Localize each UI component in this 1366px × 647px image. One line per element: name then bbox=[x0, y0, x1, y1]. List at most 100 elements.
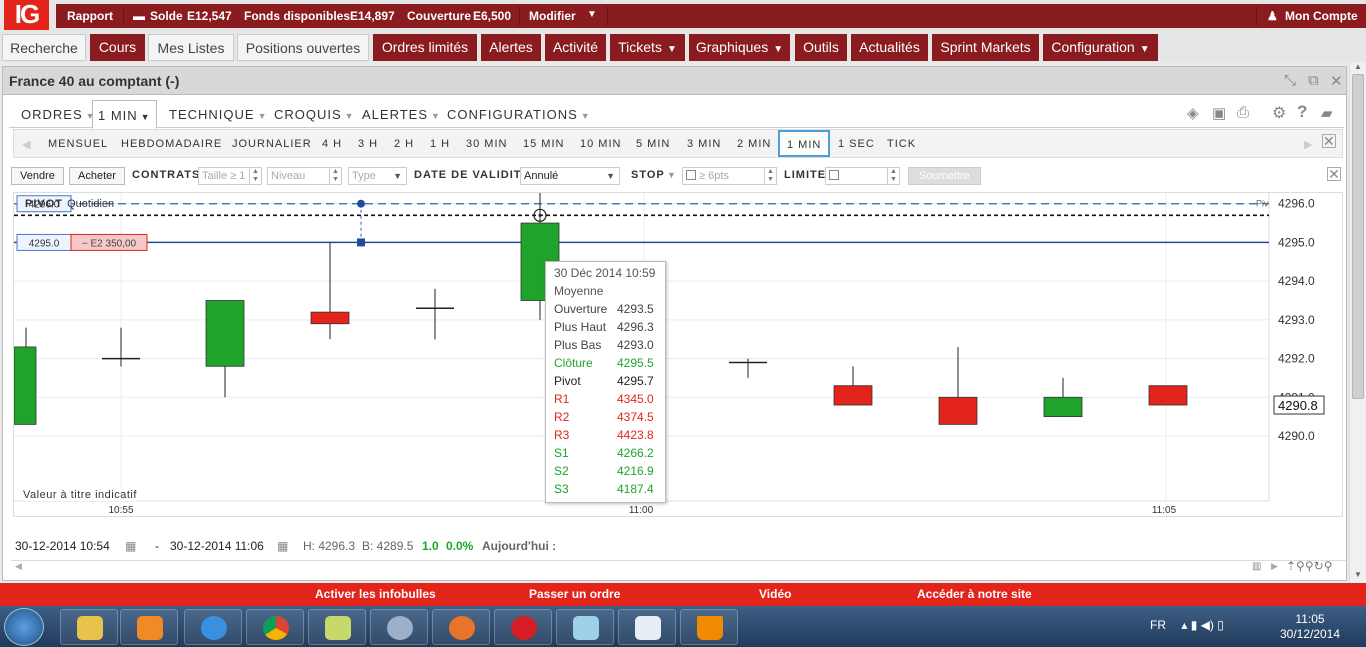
menu-configurations[interactable]: CONFIGURATIONS ▼ bbox=[447, 107, 591, 122]
notepad-taskbar-icon[interactable] bbox=[556, 609, 614, 645]
opera-taskbar-icon[interactable] bbox=[494, 609, 552, 645]
chevron-down-icon[interactable]: ▼ bbox=[667, 167, 676, 185]
period-1min[interactable]: 1 MIN bbox=[778, 130, 831, 157]
vertical-scrollbar[interactable]: ▲ ▼ bbox=[1349, 62, 1366, 583]
rapport-link[interactable]: Rapport bbox=[67, 9, 113, 23]
vlc-taskbar-icon[interactable] bbox=[680, 609, 738, 645]
mon-compte-link[interactable]: Mon Compte bbox=[1285, 9, 1358, 23]
stop-checkbox[interactable] bbox=[686, 170, 696, 180]
menu-technique[interactable]: TECHNIQUE ▼ bbox=[169, 107, 267, 122]
period-2min[interactable]: 2 MIN bbox=[737, 138, 771, 150]
tab-sprint-markets[interactable]: Sprint Markets bbox=[932, 34, 1039, 61]
ig-logo[interactable]: IG bbox=[4, 0, 49, 30]
chrome-alt-taskbar-icon[interactable] bbox=[370, 609, 428, 645]
tab-cours[interactable]: Cours bbox=[90, 34, 145, 61]
calendar-icon[interactable]: ▦ bbox=[125, 539, 136, 553]
submit-button[interactable]: Soumettre bbox=[908, 167, 981, 185]
stepper-icon[interactable]: ▲ ▼ bbox=[887, 168, 899, 184]
minimize-icon[interactable]: ⤡ bbox=[1284, 72, 1296, 89]
period-4h[interactable]: 4 H bbox=[322, 138, 342, 150]
chart-canvas[interactable]: 4297.04296.04295.04294.04293.04292.04291… bbox=[14, 193, 1344, 518]
tab-graphiques[interactable]: Graphiques ▼ bbox=[689, 34, 790, 61]
scroll-thumb[interactable] bbox=[1352, 74, 1364, 399]
tab-outils[interactable]: Outils bbox=[795, 34, 847, 61]
close-icon[interactable]: ✕ bbox=[1322, 134, 1336, 148]
close-icon[interactable]: ✕ bbox=[1330, 72, 1343, 90]
period-3min[interactable]: 3 MIN bbox=[687, 138, 721, 150]
notes-taskbar-icon[interactable] bbox=[308, 609, 366, 645]
tab-positions-ouvertes[interactable]: Positions ouvertes bbox=[237, 34, 369, 61]
period-1h[interactable]: 1 H bbox=[430, 138, 450, 150]
horizontal-scrollbar[interactable]: ◀ ▥ ▶ ⇡⚲⚲↻⚲ bbox=[11, 559, 1346, 574]
price-chart[interactable]: 4297.04296.04295.04294.04293.04292.04291… bbox=[13, 192, 1343, 517]
tab-ordres-limites[interactable]: Ordres limités bbox=[373, 34, 477, 61]
close-icon[interactable]: ✕ bbox=[1327, 167, 1341, 181]
period-30min[interactable]: 30 MIN bbox=[466, 138, 507, 150]
tab-recherche[interactable]: Recherche bbox=[2, 34, 86, 61]
sell-button[interactable]: Vendre bbox=[11, 167, 64, 185]
stop-input[interactable]: ≥ 6pts ▲ ▼ bbox=[682, 167, 777, 185]
place-order-link[interactable]: Passer un ordre bbox=[529, 587, 620, 601]
language-indicator[interactable]: FR bbox=[1150, 618, 1166, 632]
period-5min[interactable]: 5 MIN bbox=[636, 138, 670, 150]
menu-croquis[interactable]: CROQUIS ▼ bbox=[274, 107, 355, 122]
tab-tickets[interactable]: Tickets ▼ bbox=[610, 34, 685, 61]
stepper-icon[interactable]: ▲ ▼ bbox=[329, 168, 341, 184]
period-tick[interactable]: TICK bbox=[887, 138, 916, 150]
type-select[interactable]: Type ▼ bbox=[348, 167, 407, 185]
period-journalier[interactable]: JOURNALIER bbox=[232, 138, 312, 150]
level-input[interactable]: Niveau ▲ ▼ bbox=[267, 167, 342, 185]
period-1sec[interactable]: 1 SEC bbox=[838, 138, 875, 150]
wordpad-taskbar-icon[interactable] bbox=[618, 609, 676, 645]
image-icon[interactable]: ▣ bbox=[1212, 104, 1227, 122]
tab-actualites[interactable]: Actualités bbox=[851, 34, 928, 61]
menu-interval[interactable]: 1 MIN ▼ bbox=[92, 100, 157, 129]
menu-alertes[interactable]: ALERTES ▼ bbox=[362, 107, 441, 122]
system-tray[interactable]: FR ▴ ▮ ◀) ▯ bbox=[1150, 618, 1224, 632]
firefox-taskbar-icon[interactable] bbox=[432, 609, 490, 645]
media-player-taskbar-icon[interactable] bbox=[120, 609, 178, 645]
stepper-icon[interactable]: ▲ ▼ bbox=[249, 168, 261, 184]
period-10min[interactable]: 10 MIN bbox=[580, 138, 621, 150]
chrome-taskbar-icon[interactable] bbox=[246, 609, 304, 645]
period-mensuel[interactable]: MENSUEL bbox=[48, 138, 108, 150]
limit-checkbox[interactable] bbox=[829, 170, 839, 180]
scroll-up-icon[interactable]: ▲ bbox=[1354, 62, 1362, 71]
tooltips-toggle-link[interactable]: Activer les infobulles bbox=[315, 587, 436, 601]
buy-button[interactable]: Acheter bbox=[69, 167, 125, 185]
taskbar-clock[interactable]: 11:05 30/12/2014 bbox=[1270, 612, 1350, 642]
tray-icons[interactable]: ▴ ▮ ◀) ▯ bbox=[1181, 618, 1223, 632]
period-3h[interactable]: 3 H bbox=[358, 138, 378, 150]
tab-configuration[interactable]: Configuration ▼ bbox=[1043, 34, 1158, 61]
gear-icon[interactable]: ⚙ bbox=[1272, 103, 1287, 123]
tab-activite[interactable]: Activité bbox=[545, 34, 606, 61]
tab-mes-listes[interactable]: Mes Listes bbox=[148, 34, 234, 61]
stop-label[interactable]: STOP bbox=[631, 167, 665, 185]
scroll-thumb[interactable]: ▥ bbox=[1252, 561, 1261, 572]
video-link[interactable]: Vidéo bbox=[759, 587, 791, 601]
popout-icon[interactable]: ⧉ bbox=[1308, 72, 1319, 89]
period-hebdomadaire[interactable]: HEBDOMADAIRE bbox=[121, 138, 222, 150]
scroll-left-icon[interactable]: ◀ bbox=[22, 138, 31, 151]
period-2h[interactable]: 2 H bbox=[394, 138, 414, 150]
calendar-icon[interactable]: ▦ bbox=[277, 539, 288, 553]
scroll-down-icon[interactable]: ▼ bbox=[1354, 570, 1362, 579]
range-from[interactable]: 30-12-2014 10:54 bbox=[15, 539, 110, 553]
help-icon[interactable]: ? bbox=[1297, 102, 1308, 122]
limit-input[interactable]: ▲ ▼ bbox=[825, 167, 900, 185]
scroll-right-icon[interactable]: ▶ bbox=[1271, 561, 1278, 572]
start-button[interactable] bbox=[4, 608, 44, 646]
size-input[interactable]: Taille ≥ 1 ▲ ▼ bbox=[198, 167, 262, 185]
ie-taskbar-icon[interactable] bbox=[184, 609, 242, 645]
modifier-button[interactable]: Modifier bbox=[529, 9, 576, 23]
scroll-right-icon[interactable]: ▶ bbox=[1304, 138, 1313, 151]
chevron-down-icon[interactable]: ▼ bbox=[587, 9, 597, 20]
menu-ordres[interactable]: ORDRES ▼ bbox=[21, 107, 96, 122]
collapse-icon[interactable]: ▬ bbox=[133, 9, 145, 23]
zoom-tools-icon[interactable]: ⇡⚲⚲↻⚲ bbox=[1286, 559, 1332, 573]
pivot-indicator-label[interactable]: PIVOT Quotidien bbox=[25, 198, 114, 210]
layers-icon[interactable]: ◈ bbox=[1187, 104, 1200, 122]
scroll-left-icon[interactable]: ◀ bbox=[15, 561, 22, 572]
site-link[interactable]: Accéder à notre site bbox=[917, 587, 1032, 601]
tab-alertes[interactable]: Alertes bbox=[481, 34, 541, 61]
